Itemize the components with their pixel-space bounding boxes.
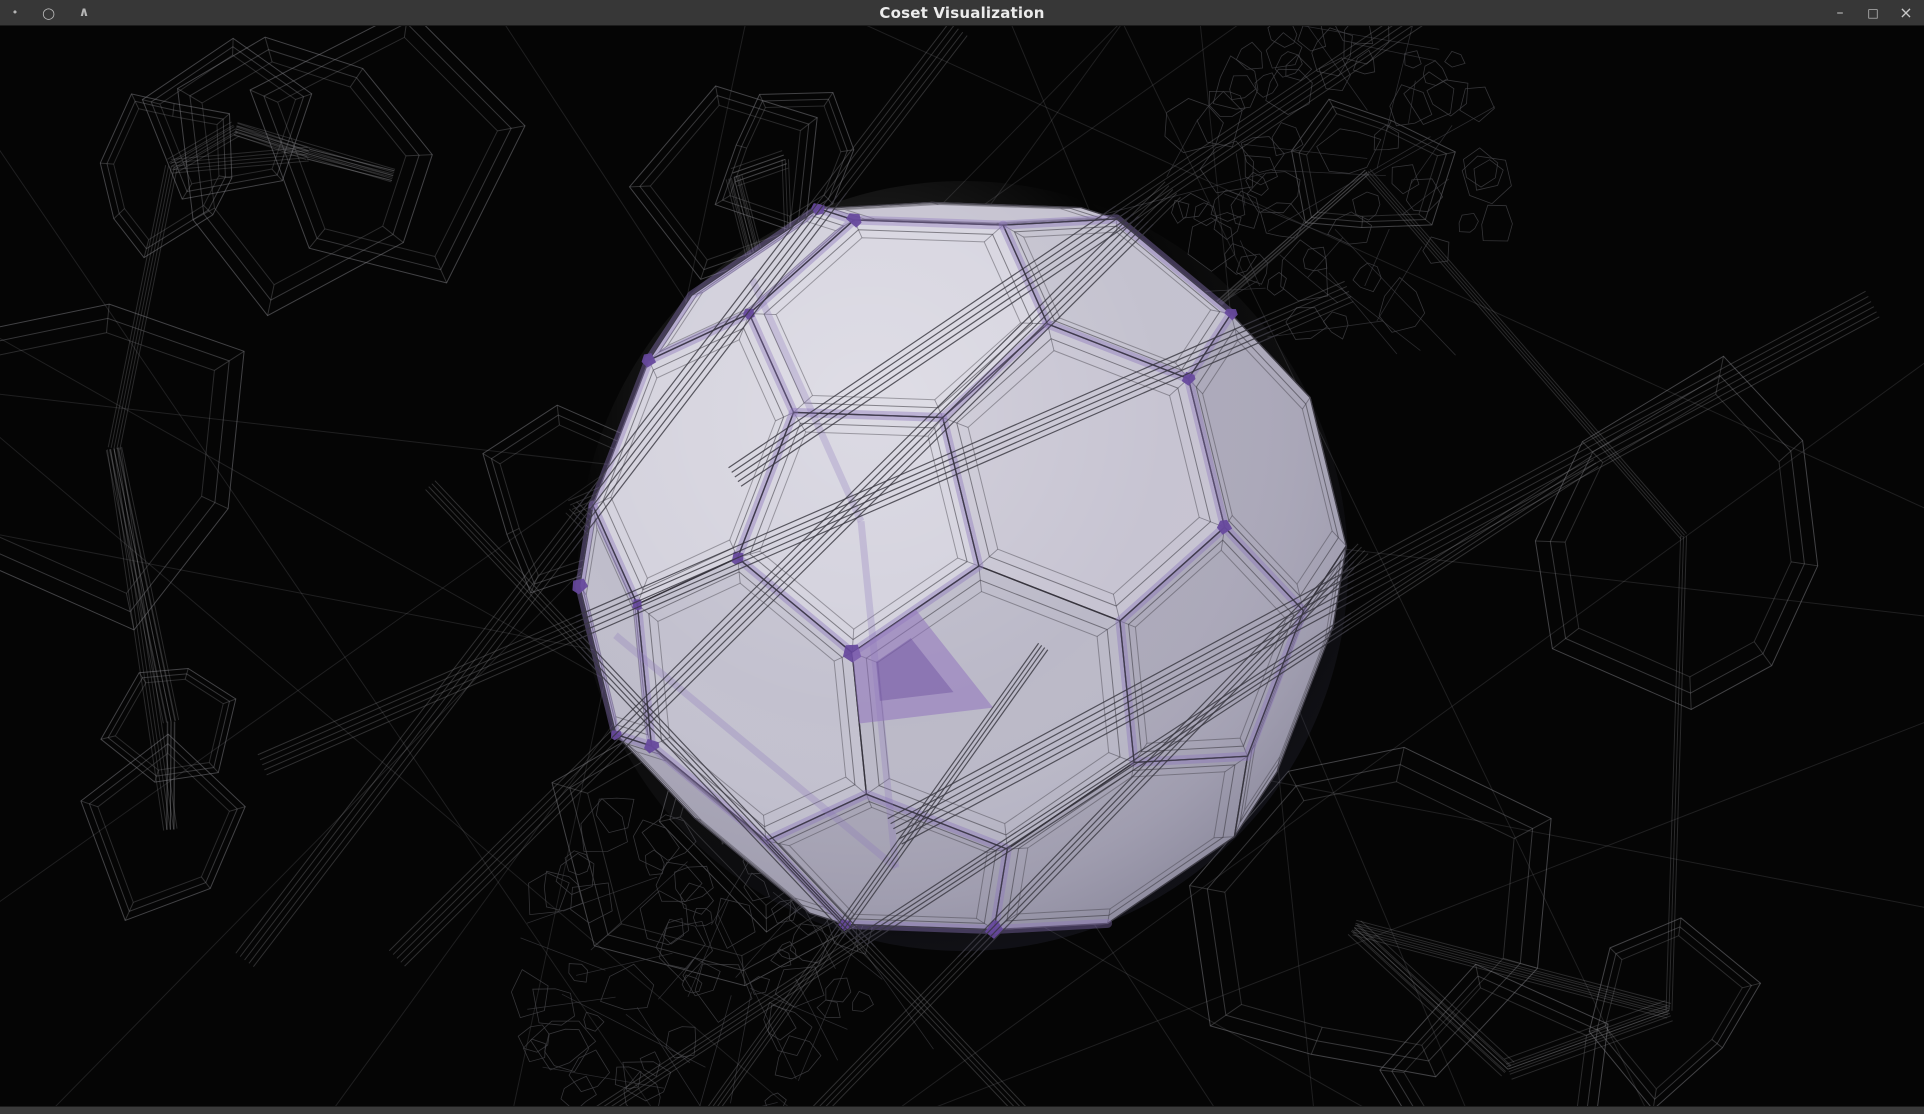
status-dot-icon[interactable]: • xyxy=(10,0,20,26)
window-controls: – □ × xyxy=(1830,0,1916,26)
maximize-button[interactable]: □ xyxy=(1863,0,1883,26)
titlebar[interactable]: • ○ ∧ Coset Visualization – □ × xyxy=(0,0,1924,26)
record-circle-icon[interactable]: ○ xyxy=(41,0,56,26)
window-bottom-frame xyxy=(0,1106,1924,1114)
chevron-up-icon[interactable]: ∧ xyxy=(77,0,91,26)
close-button[interactable]: × xyxy=(1896,0,1916,26)
coset-scene-svg xyxy=(0,26,1924,1106)
viewport-3d[interactable] xyxy=(0,26,1924,1106)
window-title: Coset Visualization xyxy=(0,4,1924,22)
minimize-button[interactable]: – xyxy=(1830,0,1850,26)
titlebar-left-icons: • ○ ∧ xyxy=(10,0,91,26)
app-window: • ○ ∧ Coset Visualization – □ × xyxy=(0,0,1924,1114)
